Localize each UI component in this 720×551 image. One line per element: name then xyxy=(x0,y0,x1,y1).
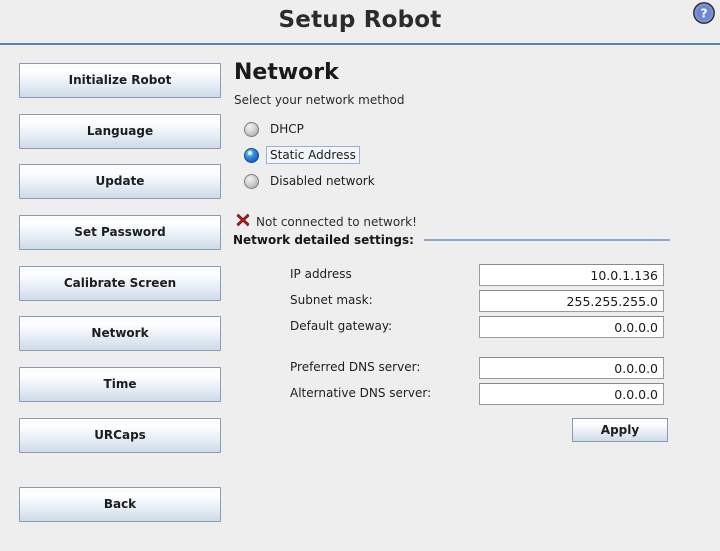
sidebar-item-initialize-robot[interactable]: Initialize Robot xyxy=(19,63,221,98)
input-default-gateway[interactable] xyxy=(479,316,664,338)
sidebar-item-update[interactable]: Update xyxy=(19,164,221,199)
page-title: Setup Robot xyxy=(278,7,442,33)
sidebar-item-network[interactable]: Network xyxy=(19,316,221,351)
section-heading: Network xyxy=(234,60,339,85)
input-alternative-dns-server[interactable] xyxy=(479,383,664,405)
sidebar-item-set-password[interactable]: Set Password xyxy=(19,215,221,250)
input-ip-address[interactable] xyxy=(479,264,664,286)
radio-indicator-disabled-network xyxy=(244,173,259,189)
sidebar-item-urcaps[interactable]: URCaps xyxy=(19,418,221,453)
label-default-gateway: Default gateway: xyxy=(290,319,393,333)
svg-text:?: ? xyxy=(700,6,707,21)
apply-button[interactable]: Apply xyxy=(572,418,668,442)
sidebar-item-time[interactable]: Time xyxy=(19,367,221,402)
radio-indicator-static-address xyxy=(244,147,259,163)
label-subnet-mask: Subnet mask: xyxy=(290,293,373,307)
error-x-icon xyxy=(236,213,250,230)
section-divider xyxy=(423,239,670,241)
radio-option-dhcp[interactable]: DHCP xyxy=(244,119,308,139)
details-section-header: Network detailed settings: xyxy=(233,233,673,247)
sidebar-item-back[interactable]: Back xyxy=(19,487,221,522)
input-subnet-mask[interactable] xyxy=(479,290,664,312)
radio-option-disabled-network[interactable]: Disabled network xyxy=(244,171,379,191)
help-question-icon[interactable]: ? xyxy=(692,1,716,25)
sidebar-item-calibrate-screen[interactable]: Calibrate Screen xyxy=(19,266,221,301)
radio-label-static-address: Static Address xyxy=(266,146,360,164)
main-content: Network Select your network method DHCP … xyxy=(232,47,720,551)
details-section-label: Network detailed settings: xyxy=(233,233,414,247)
window-header: Setup Robot ? xyxy=(0,0,720,45)
label-ip-address: IP address xyxy=(290,267,352,281)
label-alternative-dns-server: Alternative DNS server: xyxy=(290,386,432,400)
radio-option-static-address[interactable]: Static Address xyxy=(244,145,360,165)
connection-status-text: Not connected to network! xyxy=(256,214,417,229)
radio-indicator-dhcp xyxy=(244,121,259,137)
section-subtitle: Select your network method xyxy=(234,93,405,107)
radio-label-dhcp: DHCP xyxy=(270,122,304,136)
sidebar-item-language[interactable]: Language xyxy=(19,114,221,149)
input-preferred-dns-server[interactable] xyxy=(479,357,664,379)
label-preferred-dns-server: Preferred DNS server: xyxy=(290,360,421,374)
connection-status: Not connected to network! xyxy=(236,213,417,230)
sidebar-nav: Initialize Robot Language Update Set Pas… xyxy=(0,47,232,551)
radio-label-disabled-network: Disabled network xyxy=(270,174,375,188)
